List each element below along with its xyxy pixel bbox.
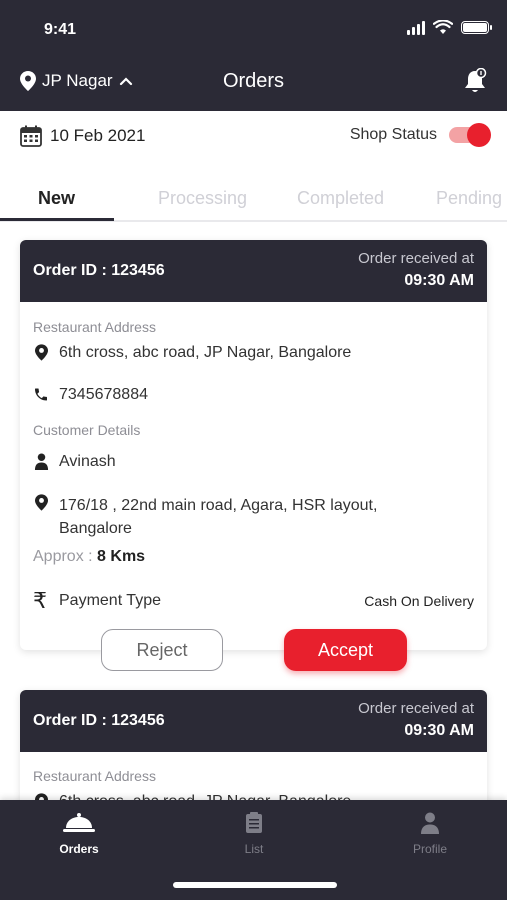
- restaurant-address: 6th cross, abc road, JP Nagar, Bangalore: [33, 344, 351, 362]
- nav-orders[interactable]: Orders: [39, 812, 119, 856]
- signal-icon: [407, 20, 425, 35]
- shop-status: Shop Status: [349, 123, 491, 147]
- order-received-label: Order received at: [358, 250, 474, 267]
- restaurant-address-text: 6th cross, abc road, JP Nagar, Bangalore: [59, 344, 352, 361]
- order-received-time: 09:30 AM: [404, 722, 474, 739]
- battery-icon: [461, 21, 492, 34]
- customer-name: Avinash: [59, 453, 116, 470]
- active-tab-indicator: [0, 218, 114, 221]
- rupee-icon: ₹: [33, 588, 47, 613]
- tab-completed[interactable]: Completed: [297, 188, 384, 209]
- restaurant-phone[interactable]: 7345678884: [33, 386, 148, 404]
- tab-processing[interactable]: Processing: [158, 188, 247, 209]
- reject-button[interactable]: Reject: [101, 629, 223, 671]
- payment-row: ₹ Payment Type Cash On Delivery: [33, 588, 474, 614]
- restaurant-address-label: Restaurant Address: [33, 319, 156, 335]
- date-selector[interactable]: 10 Feb 2021: [20, 125, 145, 147]
- customer-address-line2: Bangalore: [59, 520, 132, 537]
- nav-list[interactable]: List: [214, 812, 294, 856]
- shop-status-label: Shop Status: [349, 126, 437, 143]
- order-card-header: Order ID : 123456 Order received at 09:3…: [20, 690, 487, 752]
- home-indicator: [173, 882, 337, 888]
- user-icon: [421, 812, 439, 834]
- customer-address: 176/18 , 22nd main road, Agara, HSR layo…: [33, 494, 377, 540]
- date-bar: 10 Feb 2021 Shop Status: [0, 111, 507, 166]
- customer-name-row: Avinash: [33, 453, 116, 471]
- payment-type-label: Payment Type: [59, 592, 161, 609]
- user-icon: [34, 453, 48, 470]
- nav-profile-label: Profile: [412, 842, 447, 856]
- calendar-icon: [20, 125, 42, 147]
- page-title: Orders: [222, 70, 285, 92]
- order-id: Order ID : 123456: [33, 262, 165, 279]
- location-pin-icon: [34, 344, 48, 361]
- order-id: Order ID : 123456: [33, 712, 165, 729]
- app-header: 9:41 JP Nagar Orders: [0, 0, 507, 111]
- notification-bell-icon[interactable]: [463, 68, 487, 94]
- phone-number: 7345678884: [59, 386, 148, 403]
- nav-orders-label: Orders: [59, 842, 99, 856]
- order-received-label: Order received at: [358, 700, 474, 717]
- order-card-header: Order ID : 123456 Order received at 09:3…: [20, 240, 487, 302]
- tab-new[interactable]: New: [38, 188, 75, 209]
- approx-value: 8 Kms: [97, 548, 146, 565]
- location-pin-icon: [34, 494, 48, 511]
- nav-list-label: List: [244, 842, 264, 856]
- status-icons: [407, 20, 492, 35]
- payment-type-value: Cash On Delivery: [364, 593, 474, 609]
- accept-button[interactable]: Accept: [284, 629, 407, 671]
- tab-pending[interactable]: Pending: [436, 188, 502, 209]
- order-tabs: New Processing Completed Pending: [0, 178, 507, 222]
- cloche-icon: [63, 813, 95, 832]
- wifi-icon: [433, 20, 453, 34]
- order-card: Order ID : 123456 Order received at 09:3…: [20, 240, 487, 650]
- status-time: 9:41: [44, 21, 77, 38]
- nav-profile[interactable]: Profile: [390, 812, 470, 856]
- approx-distance: Approx : 8 Kms: [33, 548, 145, 566]
- phone-icon: [35, 388, 47, 401]
- customer-details-label: Customer Details: [33, 422, 141, 438]
- approx-label: Approx :: [33, 548, 93, 565]
- date-label: 10 Feb 2021: [50, 126, 146, 145]
- shop-status-toggle[interactable]: [449, 123, 491, 147]
- order-received-time: 09:30 AM: [404, 272, 474, 289]
- restaurant-address-label: Restaurant Address: [33, 768, 156, 784]
- list-icon: [246, 812, 262, 833]
- customer-address-line1: 176/18 , 22nd main road, Agara, HSR layo…: [59, 497, 378, 514]
